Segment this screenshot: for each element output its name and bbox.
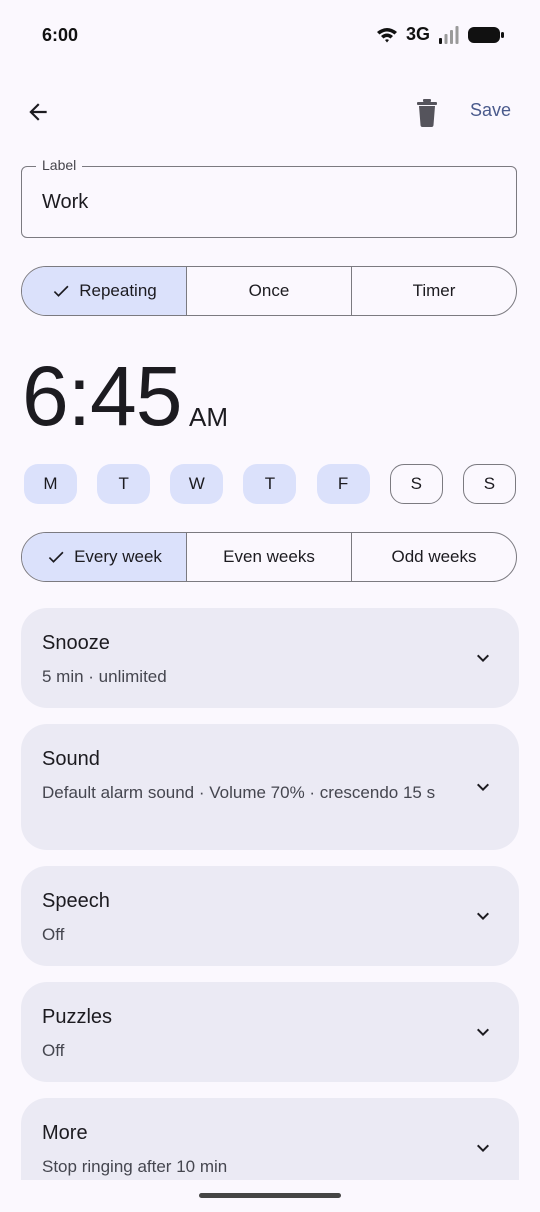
- day-thursday-chip[interactable]: T: [243, 464, 297, 504]
- card-subtitle: Default alarm sound · Volume 70% · cresc…: [42, 783, 436, 802]
- card-title: Snooze: [42, 632, 110, 654]
- card-title: More: [42, 1122, 88, 1144]
- status-time: 6:00: [42, 25, 79, 45]
- day-selector: M T W T F S S: [24, 464, 516, 504]
- card-subtitle: Off: [42, 1041, 65, 1060]
- day-saturday-chip[interactable]: S: [389, 464, 443, 504]
- chevron-down-icon: [477, 783, 489, 791]
- puzzles-card[interactable]: Puzzles Off: [21, 982, 519, 1082]
- week-label: Odd weeks: [391, 547, 477, 566]
- label-input-value[interactable]: Work: [42, 191, 88, 214]
- day-sunday-chip[interactable]: S: [462, 464, 516, 504]
- check-icon: [54, 285, 69, 297]
- alarm-time[interactable]: 6:45: [22, 348, 182, 445]
- week-label: Even weeks: [223, 547, 315, 566]
- wifi-icon: [376, 27, 397, 42]
- speech-card[interactable]: Speech Off: [21, 866, 519, 966]
- day-wednesday-chip[interactable]: W: [170, 464, 224, 504]
- signal-icon: [439, 25, 459, 44]
- alarm-ampm[interactable]: AM: [189, 402, 228, 433]
- save-button[interactable]: Save: [470, 100, 511, 121]
- card-title: Speech: [42, 890, 110, 912]
- card-title: Sound: [42, 748, 100, 770]
- sound-card[interactable]: Sound Default alarm sound · Volume 70% ·…: [21, 724, 519, 850]
- chevron-down-icon: [477, 1144, 489, 1152]
- even-weeks-button[interactable]: Even weeks: [186, 533, 351, 581]
- label-field[interactable]: Label Work: [21, 157, 517, 238]
- status-bar: 6:00 3G: [0, 0, 540, 72]
- delete-button[interactable]: [406, 92, 448, 134]
- back-button[interactable]: [18, 92, 58, 132]
- mode-label: Repeating: [79, 281, 157, 300]
- every-week-button[interactable]: Every week: [22, 533, 186, 581]
- top-app-bar: Save: [0, 84, 540, 142]
- week-frequency-selector: Every week Even weeks Odd weeks: [21, 532, 517, 582]
- status-icons: 3G: [376, 24, 504, 45]
- day-monday-chip[interactable]: M: [24, 464, 77, 504]
- card-subtitle: Stop ringing after 10 min: [42, 1157, 228, 1176]
- mode-label: Timer: [412, 281, 456, 300]
- card-subtitle: 5 min · unlimited: [42, 667, 167, 686]
- mode-repeating-button[interactable]: Repeating: [22, 267, 186, 315]
- alarm-mode-selector: Repeating Once Timer: [21, 266, 517, 316]
- back-arrow-icon: [29, 103, 47, 121]
- card-subtitle: Off: [42, 925, 65, 944]
- mode-once-button[interactable]: Once: [186, 267, 351, 315]
- chevron-down-icon: [477, 1028, 489, 1036]
- snooze-card[interactable]: Snooze 5 min · unlimited: [21, 608, 519, 708]
- check-icon: [48, 551, 64, 563]
- chevron-down-icon: [477, 654, 489, 662]
- day-friday-chip[interactable]: F: [316, 464, 370, 504]
- battery-icon: [468, 26, 504, 43]
- network-type: 3G: [405, 24, 430, 44]
- day-tuesday-chip[interactable]: T: [97, 464, 151, 504]
- trash-icon: [417, 99, 437, 127]
- label-caption: Label: [36, 157, 83, 173]
- more-card[interactable]: More Stop ringing after 10 min: [21, 1098, 519, 1180]
- mode-timer-button[interactable]: Timer: [351, 267, 516, 315]
- gesture-navigation-bar[interactable]: [199, 1193, 341, 1198]
- odd-weeks-button[interactable]: Odd weeks: [351, 533, 516, 581]
- week-label: Every week: [74, 547, 162, 566]
- mode-label: Once: [248, 281, 290, 300]
- card-title: Puzzles: [42, 1006, 113, 1028]
- chevron-down-icon: [477, 912, 489, 920]
